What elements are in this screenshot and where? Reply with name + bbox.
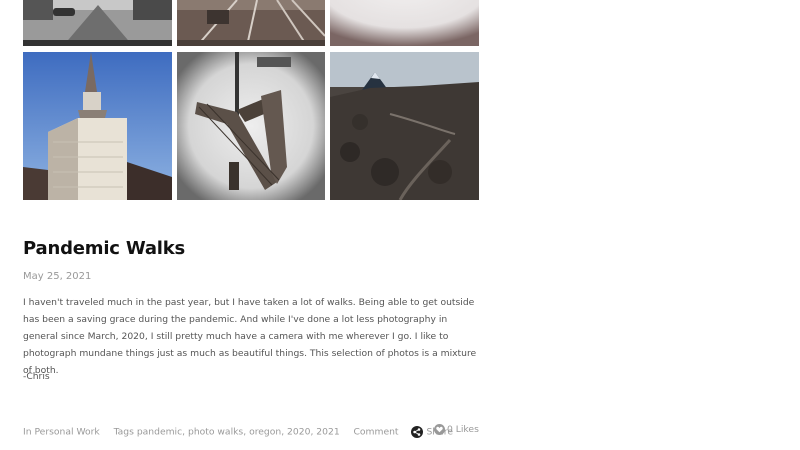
lava-field-photo[interactable] (330, 52, 479, 200)
post-body: I haven't traveled much in the past year… (23, 297, 477, 376)
church-steeple-photo[interactable] (23, 52, 172, 200)
heart-icon (434, 424, 445, 435)
category-prefix: In (23, 426, 32, 438)
tag-link[interactable]: 2020 (287, 427, 310, 438)
street-photo[interactable] (23, 0, 172, 46)
tag-link[interactable]: photo walks (188, 427, 243, 438)
tags-prefix: Tags (113, 426, 134, 438)
bench-photo[interactable] (177, 52, 325, 200)
post-signature: -Chris (23, 371, 50, 382)
tag-link[interactable]: 2021 (316, 427, 339, 438)
tag-link[interactable]: oregon (249, 427, 281, 438)
photo-gallery (23, 0, 479, 201)
post-meta: In Personal Work Tags pandemic, photo wa… (23, 426, 453, 438)
fog-photo[interactable] (330, 0, 479, 46)
post-date[interactable]: May 25, 2021 (23, 271, 91, 282)
comment-link[interactable]: Comment (354, 427, 399, 438)
like-button[interactable]: 0 Likes (434, 424, 479, 435)
tracks-photo[interactable] (177, 0, 325, 46)
post-title[interactable]: Pandemic Walks (23, 238, 185, 259)
category-link[interactable]: Personal Work (34, 427, 99, 438)
share-icon (411, 426, 424, 438)
likes-count: 0 Likes (447, 424, 479, 435)
tag-link[interactable]: pandemic (137, 427, 182, 438)
